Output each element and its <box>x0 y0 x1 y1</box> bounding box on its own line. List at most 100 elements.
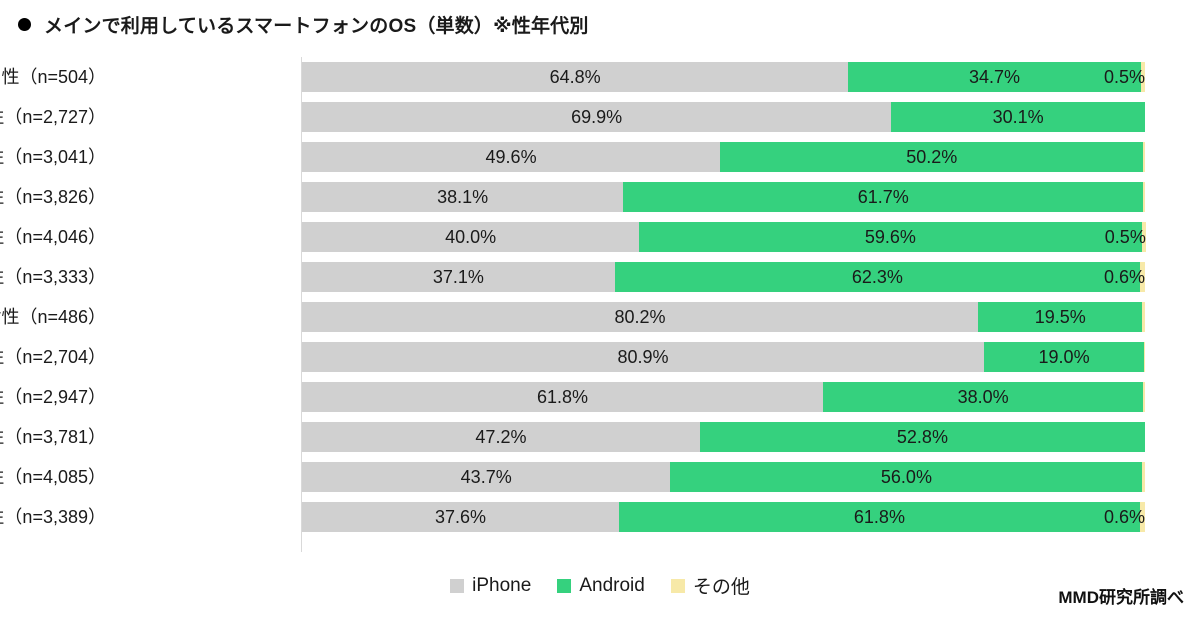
bar-track: 80.9% 19.0% <box>302 342 1145 372</box>
chart-row: 40代女性（n=3,781） 47.2% 52.8% <box>0 417 1200 457</box>
iphone-segment: 80.2% <box>302 302 979 332</box>
legend-label: Android <box>579 574 645 596</box>
value-label: 0.5% <box>1104 227 1146 247</box>
category-label: 40代女性（n=3,781） <box>0 427 106 447</box>
value-label: 49.6% <box>485 147 537 167</box>
android-segment: 56.0% <box>670 462 1143 492</box>
value-label: 50.2% <box>906 147 958 167</box>
android-segment: 62.3% <box>614 262 1140 292</box>
android-segment: 50.2% <box>720 142 1144 172</box>
category-label: 30代女性（n=2,947） <box>0 387 106 407</box>
value-label: 61.8% <box>536 387 588 407</box>
chart-row: 60代女性（n=3,389） 37.6% 61.8% 0.6% <box>0 497 1200 537</box>
other-segment: 0.5% <box>1104 62 1145 92</box>
category-label: 30代男性（n=3,041） <box>0 147 106 167</box>
iphone-segment: 37.1% <box>302 262 615 292</box>
chart-row: 60代男性（n=3,333） 37.1% 62.3% 0.6% <box>0 257 1200 297</box>
value-label: 38.0% <box>957 387 1009 407</box>
android-segment: 19.5% <box>978 302 1143 332</box>
other-segment <box>1143 142 1145 172</box>
android-segment: 30.1% <box>891 102 1145 132</box>
legend-item[interactable]: iPhone <box>450 575 531 597</box>
category-label: 60代男性（n=3,333） <box>0 267 106 287</box>
other-segment <box>1142 302 1145 332</box>
bar-track: 38.1% 61.7% <box>302 182 1145 212</box>
bar-track: 43.7% 56.0% <box>302 462 1145 492</box>
bar-track: 61.8% 38.0% <box>302 382 1145 412</box>
bar-track: 37.6% 61.8% 0.6% <box>302 502 1145 532</box>
value-label: 80.9% <box>617 347 669 367</box>
bar-track: 64.8% 34.7% 0.5% <box>302 62 1145 92</box>
chart-row: 10代男性（n=504） 64.8% 34.7% 0.5% <box>0 57 1200 97</box>
value-label: 64.8% <box>549 67 601 87</box>
value-label: 61.8% <box>853 507 905 527</box>
chart-row: 50代女性（n=4,085） 43.7% 56.0% <box>0 457 1200 497</box>
value-label: 34.7% <box>968 67 1021 87</box>
value-label: 0.6% <box>1103 507 1145 527</box>
source-note: MMD研究所調べ <box>1058 588 1184 607</box>
legend-swatch-icon <box>450 578 465 593</box>
legend-label: iPhone <box>472 574 532 596</box>
bullet-dot-icon <box>18 18 31 31</box>
category-label: 60代女性（n=3,389） <box>0 507 106 527</box>
other-segment <box>1142 462 1145 492</box>
bar-track: 37.1% 62.3% 0.6% <box>302 262 1145 292</box>
legend-item[interactable]: その他 <box>670 572 750 599</box>
legend-swatch-icon <box>557 578 572 593</box>
value-label: 61.7% <box>857 187 909 207</box>
android-segment: 61.7% <box>623 182 1144 212</box>
category-label: 50代女性（n=4,085） <box>0 467 106 487</box>
value-label: 69.9% <box>571 107 623 127</box>
legend-label: その他 <box>692 577 750 598</box>
bar-track: 40.0% 59.6% 0.5% <box>302 222 1146 252</box>
category-label: 50代男性（n=4,046） <box>0 227 106 247</box>
value-label: 38.1% <box>437 187 489 207</box>
legend-swatch-icon <box>670 578 685 593</box>
category-label: 20代男性（n=2,727） <box>0 107 106 127</box>
iphone-segment: 80.9% <box>302 342 984 372</box>
value-label: 43.7% <box>460 467 512 487</box>
category-label: 40代男性（n=3,826） <box>0 187 106 207</box>
value-label: 30.1% <box>992 107 1044 127</box>
value-label: 0.6% <box>1103 267 1145 287</box>
other-segment <box>1143 382 1145 412</box>
value-label: 47.2% <box>475 427 527 447</box>
android-segment: 52.8% <box>699 422 1145 452</box>
chart-row: 20代男性（n=2,727） 69.9% 30.1% <box>0 97 1200 137</box>
page-title: メインで利用しているスマートフォンのOS（単数）※性年代別 <box>44 16 589 37</box>
category-label: 20代女性（n=2,704） <box>0 347 106 367</box>
value-label: 19.5% <box>1034 307 1086 327</box>
value-label: 19.0% <box>1038 347 1090 367</box>
chart-rows: 10代男性（n=504） 64.8% 34.7% 0.5% 20代男性（n=2,727）… <box>0 57 1200 537</box>
other-segment: 0.6% <box>1104 502 1145 532</box>
chart-row: 10代女性（n=486） 80.2% 19.5% <box>0 297 1200 337</box>
iphone-segment: 49.6% <box>302 142 721 172</box>
android-segment: 59.6% <box>639 222 1142 252</box>
bar-track: 80.2% 19.5% <box>302 302 1145 332</box>
iphone-segment: 61.8% <box>302 382 823 412</box>
bar-track: 47.2% 52.8% <box>302 422 1145 452</box>
category-label: 10代男性（n=504） <box>0 67 106 87</box>
chart-page: メインで利用しているスマートフォンのOS（単数）※性年代別 10代男性（n=50… <box>0 0 1200 630</box>
chart-title-row: メインで利用しているスマートフォンのOS（単数）※性年代別 <box>18 11 589 38</box>
iphone-segment: 47.2% <box>302 422 700 452</box>
iphone-segment: 40.0% <box>302 222 640 252</box>
value-label: 37.1% <box>432 267 484 287</box>
android-segment: 19.0% <box>983 342 1145 372</box>
value-label: 62.3% <box>851 267 903 287</box>
bar-track: 49.6% 50.2% <box>302 142 1145 172</box>
value-label: 0.5% <box>1103 67 1145 87</box>
chart-legend: iPhone Android その他 <box>0 572 1200 599</box>
other-segment: 0.5% <box>1105 222 1146 252</box>
legend-item[interactable]: Android <box>557 575 645 597</box>
value-label: 37.6% <box>434 507 486 527</box>
android-segment: 38.0% <box>822 382 1144 412</box>
iphone-segment: 43.7% <box>302 462 671 492</box>
value-label: 40.0% <box>445 227 497 247</box>
stacked-bar-chart: 10代男性（n=504） 64.8% 34.7% 0.5% 20代男性（n=2,727）… <box>0 57 1200 557</box>
value-label: 56.0% <box>880 467 932 487</box>
iphone-segment: 69.9% <box>302 102 892 132</box>
chart-row: 20代女性（n=2,704） 80.9% 19.0% <box>0 337 1200 377</box>
android-segment: 34.7% <box>848 62 1141 92</box>
bar-track: 69.9% 30.1% <box>302 102 1145 132</box>
